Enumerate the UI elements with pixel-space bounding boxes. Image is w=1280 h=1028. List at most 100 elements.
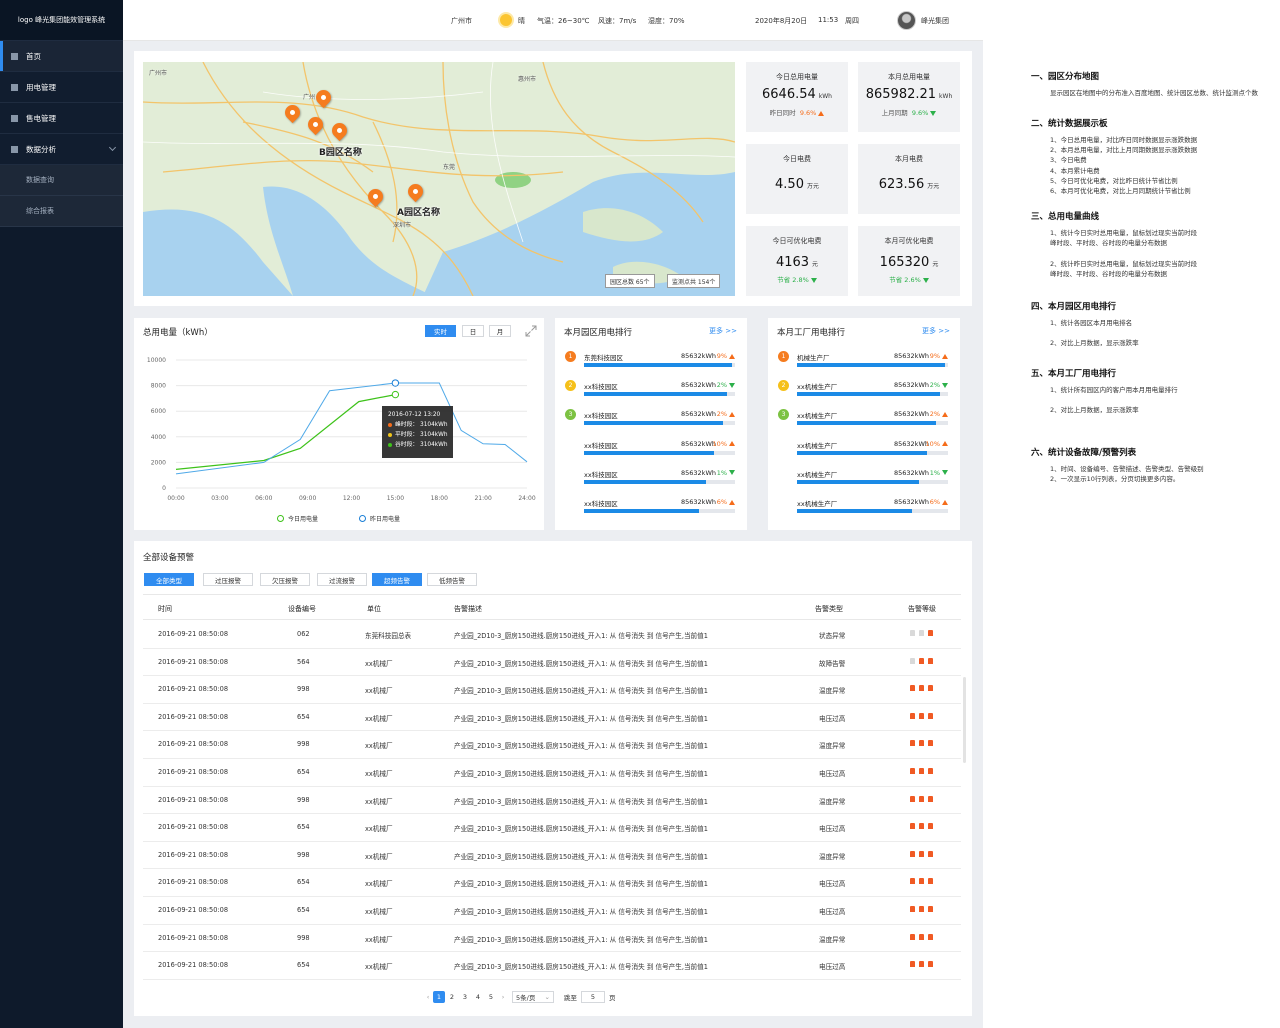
table-row[interactable]: 2016-09-21 08:50:08 998 xx机械厂 产业园_2D10-3… <box>143 787 961 815</box>
usage-line-chart[interactable]: 0 2000 4000 6000 8000 10000 00:00 03:00 06:00 09:… <box>134 348 544 508</box>
table-row[interactable]: 2016-09-21 08:50:08 998 xx机械厂 产业园_2D10-3… <box>143 731 961 759</box>
rank-bar-fill <box>797 421 936 426</box>
rank-badge: 3 <box>778 409 789 421</box>
expand-icon[interactable] <box>525 325 537 337</box>
cell-unit: 东莞科技园总表 <box>365 632 412 640</box>
col-type[interactable]: 告警类型 <box>815 604 843 614</box>
rank-row[interactable]: 2 xx科技园区 85632kWh 2% <box>555 376 747 405</box>
col-description[interactable]: 告警描述 <box>454 604 482 614</box>
rank-row[interactable]: xx机械生产厂 85632kWh 1% <box>768 464 960 493</box>
nav-item-sales-management[interactable]: 售电管理 <box>0 103 123 134</box>
stat-title: 本月可优化电费 <box>884 237 934 245</box>
filter-underfrequency[interactable]: 低频告警 <box>427 573 477 586</box>
rank-change: 9% <box>930 352 948 360</box>
page-4[interactable]: 4 <box>472 991 484 1003</box>
table-row[interactable]: 2016-09-21 08:50:08 654 xx机械厂 产业园_2D10-3… <box>143 952 961 980</box>
rank-row[interactable]: xx机械生产厂 85632kWh 6% <box>768 493 960 522</box>
rank-name: xx机械生产厂 <box>797 470 838 479</box>
tab-realtime[interactable]: 实时 <box>425 325 456 337</box>
rank-row[interactable]: 1 东莞科技园区 85632kWh 9% <box>555 347 747 376</box>
legend-today[interactable]: 今日用电量 <box>277 514 318 523</box>
stat-title: 今日可优化电费 <box>772 237 822 245</box>
rank-row[interactable]: xx科技园区 85632kWh 6% <box>555 493 747 522</box>
arrow-up-icon <box>729 353 735 359</box>
cell-type: 电压过高 <box>819 770 846 778</box>
rank-badge: 1 <box>565 351 576 362</box>
filter-overfrequency[interactable]: 超频告警 <box>372 573 422 586</box>
rank-row[interactable]: xx科技园区 85632kWh 1% <box>555 464 747 493</box>
stat-value: 4163 元 <box>746 255 848 270</box>
nav-sub-data-query[interactable]: 数据查询 <box>0 165 123 196</box>
table-row[interactable]: 2016-09-21 08:50:08 654 xx机械厂 产业园_2D10-3… <box>143 814 961 842</box>
factory-rank-more-link[interactable]: 更多 >> <box>922 326 950 336</box>
park-a-label[interactable]: A园区名称 <box>397 205 440 218</box>
note-heading: 六、统计设备故障/预警列表 <box>1031 448 1137 458</box>
page-2[interactable]: 2 <box>446 991 458 1003</box>
cell-level <box>910 712 937 719</box>
table-row[interactable]: 2016-09-21 08:50:08 998 xx机械厂 产业园_2D10-3… <box>143 842 961 870</box>
col-level[interactable]: 告警等级 <box>908 604 936 614</box>
table-row[interactable]: 2016-09-21 08:50:08 654 xx机械厂 产业园_2D10-3… <box>143 759 961 787</box>
cell-level <box>910 685 937 692</box>
cell-device-id: 654 <box>297 712 310 721</box>
table-row[interactable]: 2016-09-21 08:50:08 654 xx机械厂 产业园_2D10-3… <box>143 704 961 732</box>
col-unit[interactable]: 单位 <box>367 604 381 614</box>
table-row[interactable]: 2016-09-21 08:50:08 062 东莞科技园总表 产业园_2D10… <box>143 621 961 649</box>
table-row[interactable]: 2016-09-21 08:50:08 564 xx机械厂 产业园_2D10-3… <box>143 649 961 677</box>
col-device-id[interactable]: 设备编号 <box>288 604 316 614</box>
tab-month[interactable]: 月 <box>489 325 511 337</box>
page-3[interactable]: 3 <box>459 991 471 1003</box>
nav-item-power-management[interactable]: 用电管理 <box>0 72 123 103</box>
rank-row[interactable]: 1 机械生产厂 85632kWh 9% <box>768 347 960 376</box>
top-bar: 广州市 晴 气温：26~30℃ 风速：7m/s 湿度：70% 2020年8月20… <box>123 0 983 41</box>
rank-row[interactable]: 2 xx机械生产厂 85632kWh 2% <box>768 376 960 405</box>
next-page-icon[interactable]: › <box>498 993 508 1001</box>
alarm-level-icon <box>910 685 915 692</box>
prev-page-icon[interactable]: ‹ <box>423 993 433 1001</box>
alarm-level-icon <box>928 795 933 802</box>
page-size-select[interactable]: 5条/页 ⌄ <box>512 991 554 1003</box>
park-rank-more-link[interactable]: 更多 >> <box>709 326 737 336</box>
table-row[interactable]: 2016-09-21 08:50:08 998 xx机械厂 产业园_2D10-3… <box>143 925 961 953</box>
nav-sub-report[interactable]: 综合报表 <box>0 196 123 227</box>
col-time[interactable]: 时间 <box>158 604 172 614</box>
filter-all[interactable]: 全部类型 <box>144 573 194 586</box>
table-scrollbar[interactable] <box>963 677 966 763</box>
alarm-level-icon <box>919 850 924 857</box>
rank-row[interactable]: xx机械生产厂 85632kWh 10% <box>768 435 960 464</box>
user-name[interactable]: 峰光集团 <box>921 16 949 26</box>
alarm-level-icon <box>919 795 924 802</box>
goto-page-input[interactable]: 5 <box>581 991 605 1003</box>
city-name: 广州市 <box>451 17 472 25</box>
alarm-level-icon <box>919 685 924 692</box>
nav-item-data-analysis[interactable]: 数据分析 <box>0 134 123 165</box>
filter-overcurrent[interactable]: 过流报警 <box>317 573 367 586</box>
legend-yesterday[interactable]: 昨日用电量 <box>359 514 400 523</box>
table-row[interactable]: 2016-09-21 08:50:08 654 xx机械厂 产业园_2D10-3… <box>143 869 961 897</box>
page-5[interactable]: 5 <box>485 991 497 1003</box>
compare-label: 昨日同时 <box>769 109 796 117</box>
cell-unit: xx机械厂 <box>365 687 393 696</box>
tab-day[interactable]: 日 <box>462 325 484 337</box>
chart-title: 总用电量（kWh） <box>143 328 213 338</box>
park-b-label[interactable]: B园区名称 <box>319 145 362 158</box>
park-map[interactable]: 广州市 广州 东莞 深圳市 惠州市 B园区名称 A园区名称 园区总数 65个 监… <box>143 62 735 296</box>
page-1[interactable]: 1 <box>433 991 445 1003</box>
rank-name: xx机械生产厂 <box>797 500 838 508</box>
cell-time: 2016-09-21 08:50:08 <box>158 823 229 832</box>
nav-label: 首页 <box>26 51 41 61</box>
filter-overvoltage[interactable]: 过压报警 <box>203 573 253 586</box>
table-row[interactable]: 2016-09-21 08:50:08 998 xx机械厂 产业园_2D10-3… <box>143 676 961 704</box>
nav-item-home[interactable]: 首页 <box>0 41 123 72</box>
cell-description: 产业园_2D10-3_厨房150进线.厨房150进线_开入1: 从 信号消失 到… <box>454 797 708 806</box>
rank-name: xx科技园区 <box>584 383 618 392</box>
rank-row[interactable]: 3 xx机械生产厂 85632kWh 2% <box>768 405 960 434</box>
avatar[interactable] <box>897 11 916 30</box>
filter-undervoltage[interactable]: 欠压报警 <box>260 573 310 586</box>
note-line: 1、统计各园区本月用电排名 <box>1050 319 1133 327</box>
table-row[interactable]: 2016-09-21 08:50:08 654 xx机械厂 产业园_2D10-3… <box>143 897 961 925</box>
rank-row[interactable]: 3 xx科技园区 85632kWh 2% <box>555 405 747 434</box>
stat-number: 865982.21 <box>865 87 937 102</box>
x-tick-label: 03:00 <box>211 495 228 502</box>
rank-row[interactable]: xx科技园区 85632kWh 10% <box>555 435 747 464</box>
